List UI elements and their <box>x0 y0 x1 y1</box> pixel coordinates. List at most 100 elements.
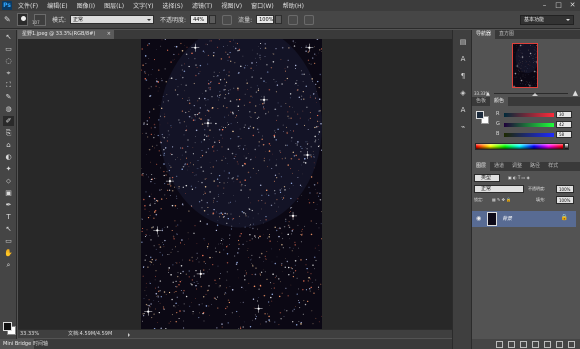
hand-tool-icon[interactable]: ✋ <box>3 248 14 258</box>
link-layers-icon[interactable] <box>496 340 503 348</box>
delete-layer-icon[interactable] <box>568 340 575 348</box>
tab-adjustments[interactable]: 调整 <box>508 162 526 171</box>
history-brush-tool-icon[interactable]: ⌂ <box>3 140 14 150</box>
zoom-tool-icon[interactable]: ⌕ <box>3 260 14 270</box>
red-channel-slider[interactable] <box>504 113 554 117</box>
tab-layers[interactable]: 图层 <box>472 162 491 171</box>
marquee-tool-icon[interactable]: ▭ <box>3 44 14 54</box>
tab-color[interactable]: 颜色 <box>490 97 509 106</box>
menu-window[interactable]: 窗口(W) <box>251 1 274 10</box>
tab-navigator[interactable]: 导航器 <box>472 30 496 39</box>
red-channel-value[interactable]: 30 <box>556 111 572 118</box>
lock-icons[interactable]: ▦ ✎ ✥ 🔒 <box>492 197 511 202</box>
opacity-dropdown-icon[interactable] <box>209 15 217 24</box>
blend-mode-select[interactable]: 正常 <box>474 185 524 193</box>
pen-tool-icon[interactable]: ✒ <box>3 200 14 210</box>
document-tab[interactable]: 星野1.jpeg @ 33.3%(RGB/8#) × <box>18 30 114 39</box>
pressure-size-icon[interactable] <box>304 14 315 25</box>
tab-channels[interactable]: 通道 <box>490 162 508 171</box>
airbrush-icon[interactable] <box>288 14 299 25</box>
menu-image[interactable]: 图像(I) <box>77 1 95 10</box>
tab-paths[interactable]: 路径 <box>526 162 544 171</box>
tab-styles[interactable]: 样式 <box>544 162 562 171</box>
zoom-level[interactable]: 33.33% <box>20 330 39 339</box>
dodge-tool-icon[interactable]: ▣ <box>3 188 14 198</box>
blue-channel-value[interactable]: 58 <box>556 131 572 138</box>
tool-preset-picker[interactable]: ✎ <box>4 13 28 27</box>
document-tab-title: 星野1.jpeg @ 33.3%(RGB/8#) <box>22 31 96 37</box>
canvas-area[interactable] <box>18 39 452 329</box>
navigator-preview[interactable] <box>512 43 538 88</box>
brush-tool-icon: ✎ <box>4 15 11 24</box>
tab-swatches[interactable]: 色板 <box>472 97 490 106</box>
fill-field[interactable]: 100% <box>556 196 574 204</box>
history-panel-icon[interactable]: ▤ <box>458 37 468 47</box>
menu-view[interactable]: 视图(V) <box>221 1 242 10</box>
options-bar: ✎ 模式: 正常 不透明度: 44% 流量: 100% <box>0 11 580 29</box>
menu-type[interactable]: 文字(Y) <box>133 1 153 10</box>
new-layer-icon[interactable] <box>556 340 563 348</box>
zoom-slider-knob[interactable] <box>532 90 538 96</box>
adjustment-layer-icon[interactable] <box>532 340 539 348</box>
tab-timeline[interactable]: 时间轴 <box>30 339 51 349</box>
layer-row-background[interactable]: ◉ 背景 🔒 <box>472 211 576 227</box>
menu-file[interactable]: 文件(F) <box>18 1 38 10</box>
green-channel-slider[interactable] <box>504 123 554 127</box>
tab-histogram[interactable]: 直方图 <box>495 30 518 39</box>
layer-opacity-field[interactable]: 100% <box>556 185 574 193</box>
character-panel-icon[interactable]: A <box>458 54 468 64</box>
maximize-button[interactable]: □ <box>553 1 564 10</box>
eyedropper-tool-icon[interactable]: ✎ <box>3 92 14 102</box>
lasso-tool-icon[interactable]: ◌ <box>3 56 14 66</box>
brush-tool-icon[interactable]: ✐ <box>3 116 14 126</box>
visibility-eye-icon[interactable]: ◉ <box>476 215 481 222</box>
gradient-tool-icon[interactable]: ✦ <box>3 164 14 174</box>
close-tab-icon[interactable]: × <box>107 30 111 39</box>
flow-field[interactable]: 100% <box>256 15 275 24</box>
properties-panel-icon[interactable]: ◈ <box>458 88 468 98</box>
black-white-ramp[interactable] <box>564 143 569 150</box>
menu-select[interactable]: 选择(S) <box>162 1 183 10</box>
brush-panel-icon[interactable]: ⌁ <box>458 122 468 132</box>
layer-name[interactable]: 背景 <box>502 215 512 222</box>
workspace-switcher[interactable]: 基本功能 <box>520 15 574 25</box>
navigator-zoom-slider[interactable] <box>494 93 568 94</box>
type-tool-icon[interactable]: T <box>3 212 14 222</box>
menu-filter[interactable]: 滤镜(T) <box>192 1 212 10</box>
document-canvas[interactable] <box>141 39 322 329</box>
opacity-field[interactable]: 44% <box>190 15 209 24</box>
blue-channel-slider[interactable] <box>504 133 554 137</box>
paragraph-panel-icon[interactable]: ¶ <box>458 71 468 81</box>
zoom-in-icon[interactable]: ▲ <box>573 89 578 97</box>
move-tool-icon[interactable]: ↖ <box>3 32 14 42</box>
add-mask-icon[interactable] <box>520 340 527 348</box>
crop-tool-icon[interactable]: ⛶ <box>3 80 14 90</box>
new-group-icon[interactable] <box>544 340 551 348</box>
close-button[interactable]: ✕ <box>567 1 578 10</box>
character-style-panel-icon[interactable]: A <box>458 105 468 115</box>
color-spectrum-ramp[interactable] <box>475 143 564 150</box>
clone-stamp-tool-icon[interactable]: ⎘ <box>3 128 14 138</box>
filter-icons[interactable]: ▣ ◐ T ▭ ◈ <box>508 175 530 180</box>
mode-select[interactable]: 正常 <box>70 15 155 24</box>
color-panel-foreground-swatch[interactable] <box>476 111 484 119</box>
status-menu-arrow-icon[interactable] <box>128 333 132 337</box>
layer-style-icon[interactable] <box>508 340 515 348</box>
flow-dropdown-icon[interactable] <box>275 15 283 24</box>
pressure-opacity-icon[interactable] <box>222 14 233 25</box>
menu-layer[interactable]: 图层(L) <box>104 1 124 10</box>
layer-kind-filter[interactable]: 类型 <box>474 174 500 182</box>
lock-label: 锁定: <box>474 197 484 202</box>
quick-select-tool-icon[interactable]: ⌖ <box>3 68 14 78</box>
healing-tool-icon[interactable]: ◍ <box>3 104 14 114</box>
menu-edit[interactable]: 编辑(E) <box>47 1 67 10</box>
minimize-button[interactable]: – <box>539 1 550 10</box>
shape-tool-icon[interactable]: ▭ <box>3 236 14 246</box>
blur-tool-icon[interactable]: ⬦ <box>3 176 14 186</box>
brush-preset-icon[interactable] <box>16 13 28 26</box>
green-channel-value[interactable]: 42 <box>556 121 572 128</box>
eraser-tool-icon[interactable]: ◐ <box>3 152 14 162</box>
foreground-color-swatch[interactable] <box>3 322 12 331</box>
menu-help[interactable]: 帮助(H) <box>283 1 304 10</box>
path-select-tool-icon[interactable]: ↖ <box>3 224 14 234</box>
